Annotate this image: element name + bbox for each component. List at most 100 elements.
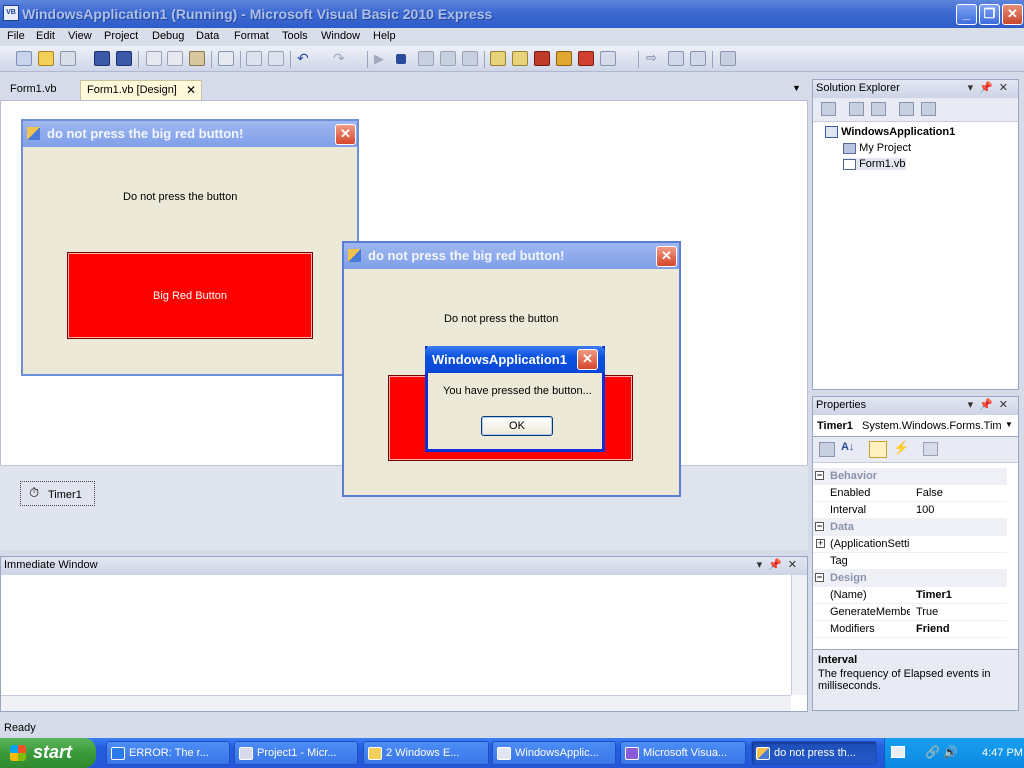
tree-item-form1[interactable]: Form1.vb bbox=[843, 158, 906, 170]
tab-form1-design[interactable]: Form1.vb [Design] ✕ bbox=[80, 80, 202, 100]
menu-tools[interactable]: Tools bbox=[279, 29, 311, 43]
speaker-icon[interactable]: 🔊 bbox=[943, 745, 958, 759]
minimize-button[interactable]: _ bbox=[956, 4, 977, 25]
close-tab-icon[interactable]: ✕ bbox=[186, 83, 196, 97]
add-item-icon[interactable] bbox=[60, 51, 76, 66]
menu-file[interactable]: File bbox=[4, 29, 28, 43]
view-code-icon[interactable] bbox=[899, 102, 914, 116]
ok-button[interactable]: OK bbox=[481, 416, 553, 436]
new-project-icon[interactable] bbox=[16, 51, 32, 66]
keyboard-icon[interactable] bbox=[891, 746, 905, 758]
property-value[interactable]: False bbox=[916, 487, 1007, 499]
menu-data[interactable]: Data bbox=[193, 29, 222, 43]
show-all-files-icon[interactable] bbox=[821, 102, 836, 116]
properties-view-icon[interactable] bbox=[869, 441, 887, 458]
property-value[interactable]: Friend bbox=[916, 623, 1007, 635]
category-data[interactable]: − Data bbox=[813, 519, 1007, 536]
taskbar-item-visual-studio[interactable]: Microsoft Visua... bbox=[620, 741, 746, 765]
object-selector[interactable]: Timer1 System.Windows.Forms.Timer ▼ bbox=[813, 415, 1018, 437]
taskbar-item-do-not-press[interactable]: do not press th... bbox=[751, 741, 877, 765]
vertical-scrollbar[interactable] bbox=[791, 575, 807, 695]
designer-form-close-button[interactable]: ✕ bbox=[335, 124, 356, 145]
properties-icon[interactable] bbox=[512, 51, 528, 66]
find-icon[interactable] bbox=[218, 51, 234, 66]
panel-controls[interactable]: ▾📌✕ bbox=[968, 81, 1014, 94]
tab-form1-code[interactable]: Form1.vb bbox=[4, 80, 62, 100]
restore-button[interactable]: ❐ bbox=[979, 4, 1000, 25]
taskbar-item-project1[interactable]: Project1 - Micr... bbox=[234, 741, 358, 765]
property-row-interval[interactable]: Interval 100 bbox=[813, 502, 1007, 519]
property-row-application-settings[interactable]: + (ApplicationSettings) bbox=[813, 536, 1007, 553]
designer-form-label[interactable]: Do not press the button bbox=[123, 191, 237, 203]
taskbar-item-windowsapplication[interactable]: WindowsApplic... bbox=[492, 741, 616, 765]
navigate-icon[interactable]: ⇨ bbox=[646, 51, 662, 66]
bookmark-next-icon[interactable] bbox=[690, 51, 706, 66]
open-icon[interactable] bbox=[38, 51, 54, 66]
undo-icon[interactable]: ↶ bbox=[297, 51, 313, 66]
tree-root[interactable]: WindowsApplication1 bbox=[825, 126, 955, 139]
property-row-generate-member[interactable]: GenerateMember True bbox=[813, 604, 1007, 621]
menu-window[interactable]: Window bbox=[318, 29, 363, 43]
close-button[interactable]: ✕ bbox=[1002, 4, 1023, 25]
menu-format[interactable]: Format bbox=[231, 29, 272, 43]
start-debug-icon[interactable]: ▶ bbox=[374, 51, 390, 66]
events-icon[interactable]: ⚡ bbox=[893, 440, 909, 456]
uncomment-icon[interactable] bbox=[268, 51, 284, 66]
property-pages-icon[interactable] bbox=[923, 442, 938, 456]
menu-edit[interactable]: Edit bbox=[33, 29, 58, 43]
paste-icon[interactable] bbox=[189, 51, 205, 66]
clock[interactable]: 4:47 PM bbox=[982, 747, 1023, 759]
property-value[interactable]: Timer1 bbox=[916, 589, 1007, 601]
taskbar-item-error[interactable]: ERROR: The r... bbox=[106, 741, 230, 765]
running-form-close-button[interactable]: ✕ bbox=[656, 246, 677, 267]
expand-icon[interactable]: + bbox=[816, 539, 825, 548]
options-icon[interactable] bbox=[720, 51, 736, 66]
property-row-tag[interactable]: Tag bbox=[813, 553, 1007, 570]
category-behavior[interactable]: − Behavior bbox=[813, 468, 1007, 485]
categorized-icon[interactable] bbox=[819, 442, 835, 457]
panel-controls[interactable]: ▾📌✕ bbox=[757, 558, 803, 571]
menu-view[interactable]: View bbox=[65, 29, 95, 43]
bookmark-icon[interactable] bbox=[668, 51, 684, 66]
taskbar-item-windows-explorer[interactable]: 2 Windows E... bbox=[363, 741, 489, 765]
properties-icon[interactable] bbox=[849, 102, 864, 116]
cut-icon[interactable] bbox=[146, 51, 162, 66]
timer1-component[interactable]: ⏱ Timer1 bbox=[20, 481, 95, 506]
step-into-icon[interactable] bbox=[418, 51, 434, 66]
big-red-button[interactable]: Big Red Button bbox=[67, 252, 313, 339]
menu-project[interactable]: Project bbox=[101, 29, 141, 43]
immediate-icon[interactable] bbox=[600, 51, 616, 66]
network-icon[interactable]: 🔗 bbox=[925, 745, 940, 759]
horizontal-scrollbar[interactable] bbox=[1, 695, 791, 711]
tab-dropdown-icon[interactable]: ▼ bbox=[792, 83, 801, 93]
save-all-icon[interactable] bbox=[116, 51, 132, 66]
property-row-enabled[interactable]: Enabled False bbox=[813, 485, 1007, 502]
property-row-name[interactable]: (Name) Timer1 bbox=[813, 587, 1007, 604]
comment-icon[interactable] bbox=[246, 51, 262, 66]
solution-explorer-icon[interactable] bbox=[490, 51, 506, 66]
toolbox-icon[interactable] bbox=[534, 51, 550, 66]
refresh-icon[interactable] bbox=[871, 102, 886, 116]
property-value[interactable]: 100 bbox=[916, 504, 1007, 516]
panel-controls[interactable]: ▾📌✕ bbox=[968, 398, 1014, 411]
step-over-icon[interactable] bbox=[440, 51, 456, 66]
save-icon[interactable] bbox=[94, 51, 110, 66]
menu-debug[interactable]: Debug bbox=[149, 29, 187, 43]
property-row-modifiers[interactable]: Modifiers Friend bbox=[813, 621, 1007, 638]
tree-item-my-project[interactable]: My Project bbox=[843, 142, 911, 154]
object-browser-icon[interactable] bbox=[556, 51, 572, 66]
stop-icon[interactable] bbox=[396, 54, 406, 64]
menu-help[interactable]: Help bbox=[370, 29, 399, 43]
redo-icon[interactable]: ↷ bbox=[333, 51, 349, 66]
copy-icon[interactable] bbox=[167, 51, 183, 66]
property-value[interactable]: True bbox=[916, 606, 1007, 618]
step-out-icon[interactable] bbox=[462, 51, 478, 66]
alphabetical-icon[interactable]: A↓ bbox=[841, 441, 854, 453]
start-button[interactable]: start bbox=[0, 738, 96, 768]
view-designer-icon[interactable] bbox=[921, 102, 936, 116]
message-box-close-button[interactable]: ✕ bbox=[577, 349, 598, 370]
immediate-window-input[interactable] bbox=[1, 575, 791, 695]
error-list-icon[interactable] bbox=[578, 51, 594, 66]
category-design[interactable]: − Design bbox=[813, 570, 1007, 587]
designer-form[interactable]: do not press the big red button! ✕ Do no… bbox=[21, 119, 359, 376]
